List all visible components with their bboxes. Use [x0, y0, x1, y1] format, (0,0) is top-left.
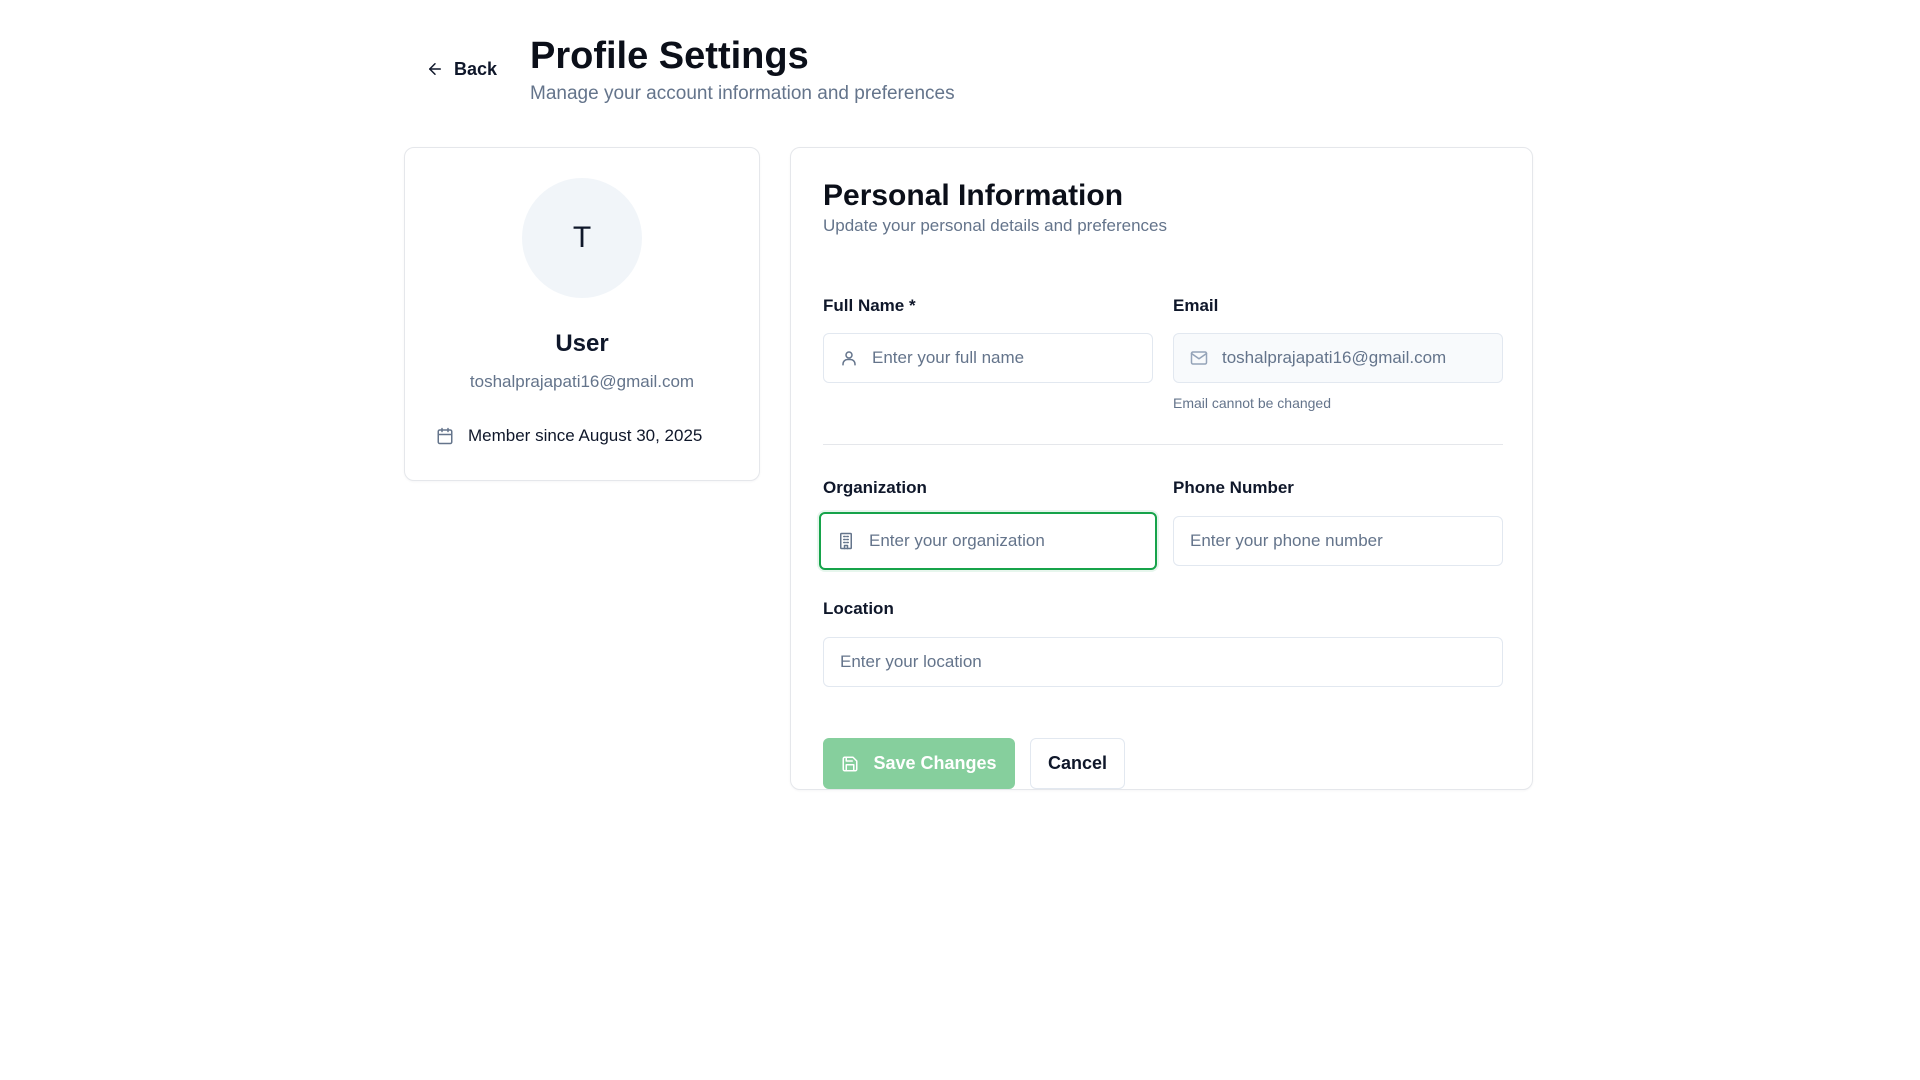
- profile-name: User: [555, 330, 609, 357]
- full-name-field[interactable]: [823, 333, 1153, 383]
- email-input: [1222, 348, 1486, 368]
- save-changes-button[interactable]: Save Changes: [823, 738, 1015, 789]
- user-icon: [842, 351, 856, 366]
- section-title: Personal Information: [823, 179, 1124, 212]
- arrow-left-icon: [429, 63, 441, 75]
- page-subtitle: Manage your account information and pref…: [530, 83, 955, 104]
- page-title: Profile Settings: [530, 35, 809, 77]
- back-button-label: Back: [454, 58, 498, 79]
- email-field: [1173, 333, 1503, 383]
- avatar: T: [522, 178, 642, 298]
- organization-label: Organization: [823, 478, 927, 497]
- full-name-input[interactable]: [872, 348, 1136, 368]
- cancel-button[interactable]: Cancel: [1030, 738, 1125, 789]
- member-since: Member since August 30, 2025: [436, 426, 702, 446]
- location-label: Location: [823, 599, 894, 618]
- mail-icon: [1190, 351, 1208, 365]
- back-button[interactable]: Back: [420, 52, 503, 86]
- page-header: Back Profile Settings Manage your accoun…: [420, 34, 1560, 114]
- profile-card: T User toshalprajapati16@gmail.com Membe…: [404, 147, 760, 481]
- section-subtitle: Update your personal details and prefere…: [823, 216, 1167, 235]
- personal-info-card: Personal Information Update your persona…: [790, 147, 1533, 790]
- section-divider: [823, 444, 1503, 445]
- calendar-icon: [437, 427, 453, 445]
- phone-field[interactable]: [1173, 516, 1503, 566]
- phone-label: Phone Number: [1173, 478, 1294, 497]
- organization-field[interactable]: [819, 512, 1157, 570]
- email-help-text: Email cannot be changed: [1173, 395, 1331, 411]
- title-block: Profile Settings Manage your account inf…: [530, 34, 955, 106]
- phone-input[interactable]: [1190, 531, 1486, 551]
- location-input[interactable]: [840, 652, 1486, 672]
- member-since-text: Member since August 30, 2025: [468, 426, 703, 445]
- personal-info-form: Personal Information Update your persona…: [819, 178, 1503, 789]
- full-name-label: Full Name *: [823, 296, 916, 315]
- profile-email: toshalprajapati16@gmail.com: [469, 372, 695, 391]
- organization-input[interactable]: [869, 531, 1139, 551]
- email-label: Email: [1173, 296, 1219, 315]
- building-icon: [840, 532, 852, 550]
- save-icon: [842, 756, 858, 771]
- save-changes-label: Save Changes: [873, 753, 997, 773]
- location-field[interactable]: [823, 637, 1503, 687]
